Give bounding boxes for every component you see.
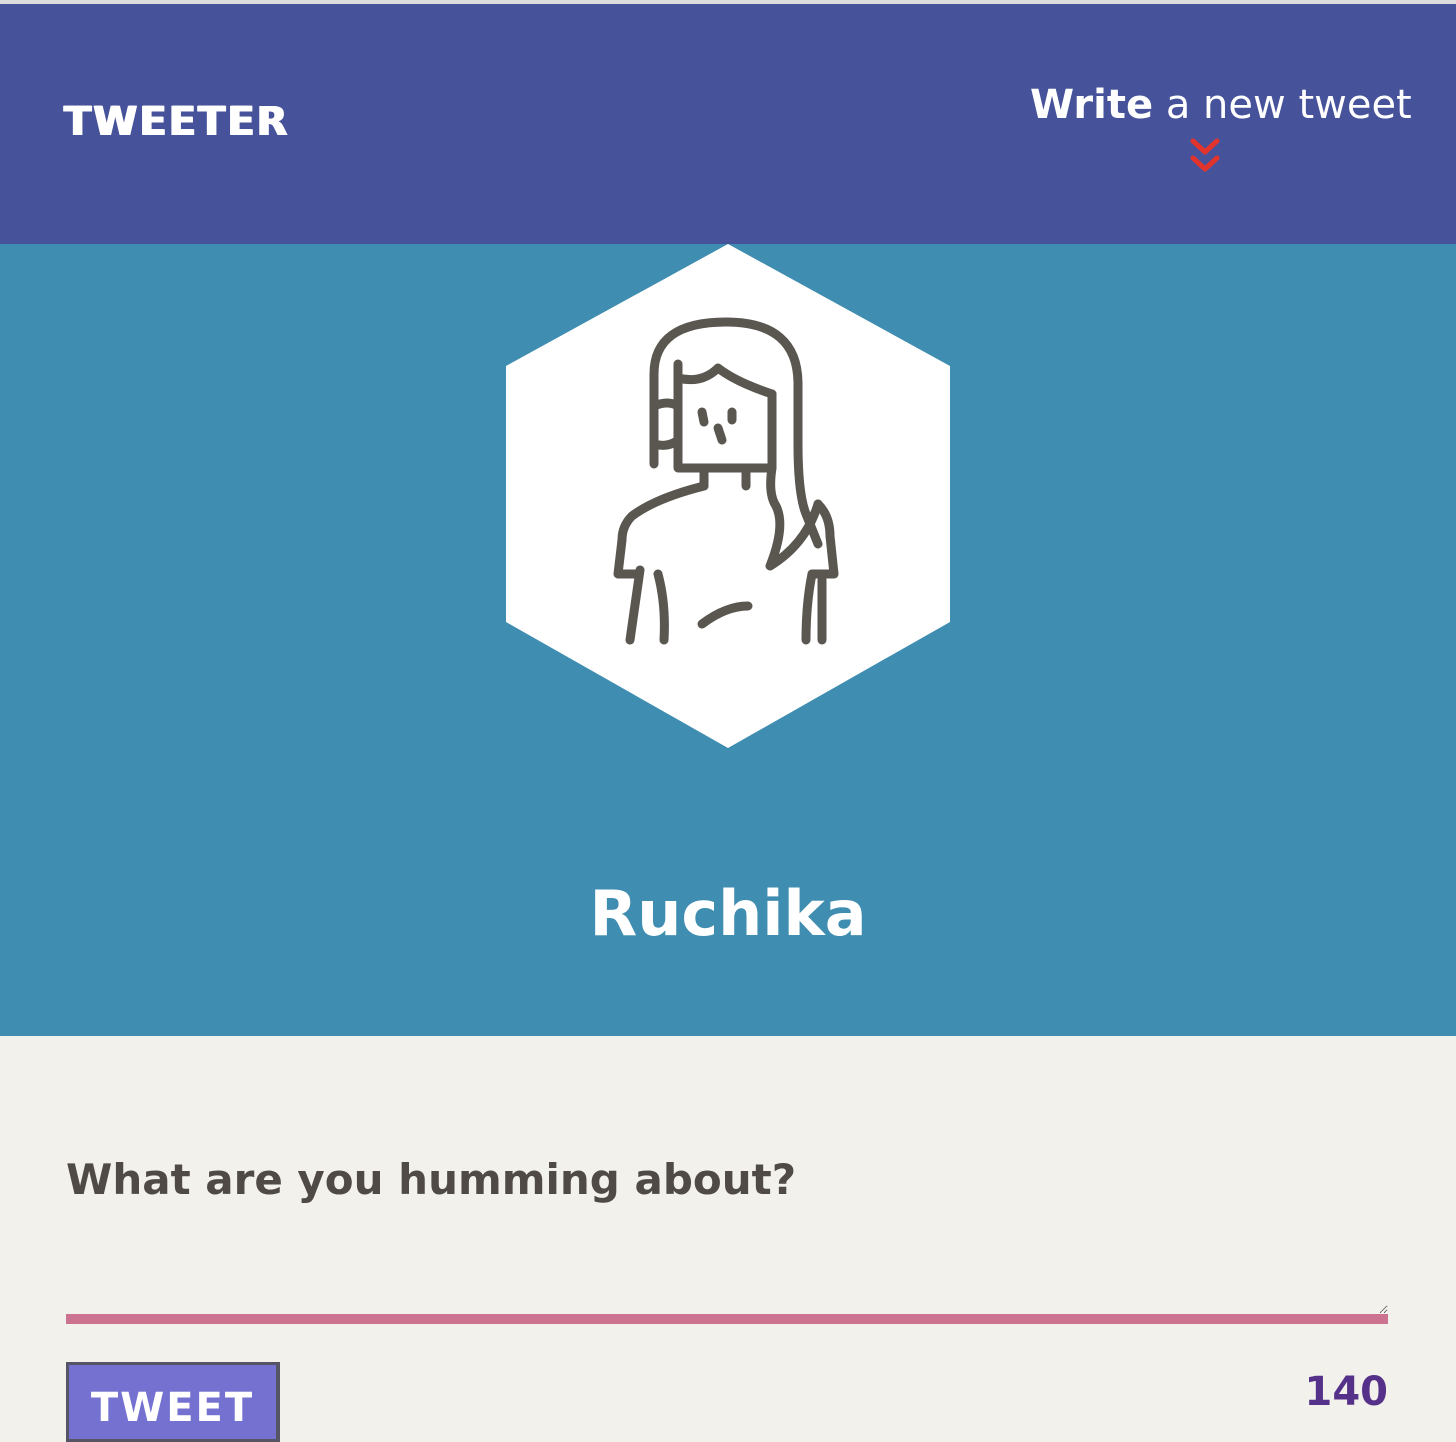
new-tweet-composer: What are you humming about? TWEET 140 <box>66 1036 1389 1442</box>
write-new-tweet-toggle[interactable]: Write a new tweet <box>1030 80 1412 184</box>
write-new-tweet-label: Write a new tweet <box>1030 80 1412 130</box>
brand-logo[interactable]: TWEETER <box>64 98 289 146</box>
compose-label-strong: Write <box>1030 82 1154 128</box>
double-chevron-down-icon <box>1190 138 1220 172</box>
compose-label-rest: a new tweet <box>1153 82 1412 128</box>
tweet-textarea[interactable] <box>66 1236 1388 1324</box>
avatar <box>506 244 950 748</box>
tweet-button[interactable]: TWEET <box>66 1362 280 1442</box>
navbar: TWEETER Write a new tweet <box>0 4 1456 244</box>
composer-prompt: What are you humming about? <box>66 1155 797 1204</box>
profile-username: Ruchika <box>589 877 867 950</box>
character-counter: 140 <box>1304 1369 1389 1415</box>
profile-header: Ruchika <box>0 244 1456 1036</box>
